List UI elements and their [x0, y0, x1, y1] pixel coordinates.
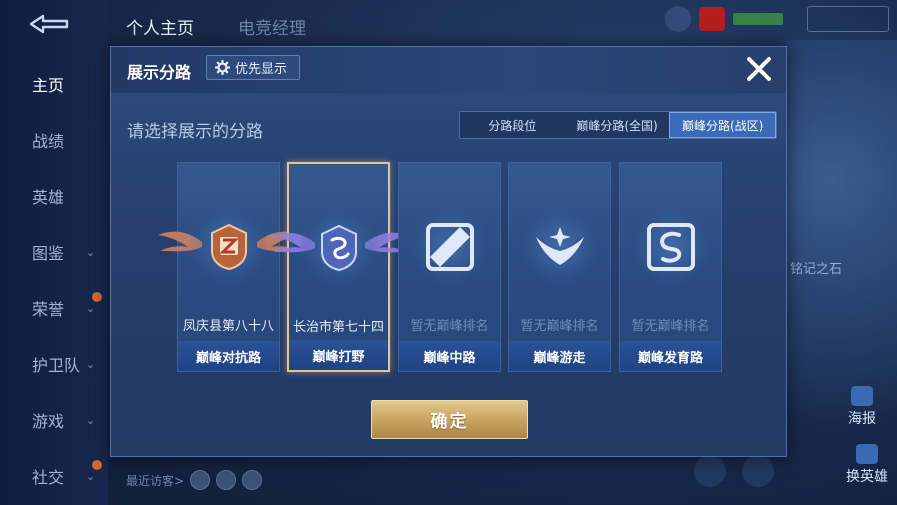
vip-badge-icon[interactable] [699, 7, 725, 31]
roam-emblem-icon [535, 227, 584, 265]
farm-lane-icon [630, 207, 711, 287]
chevron-down-icon: ⌄ [86, 469, 96, 483]
hero-icon [856, 444, 878, 464]
jungle-emblem [298, 208, 379, 288]
rank-text: 长治市第七十四 [292, 320, 384, 335]
lane-card-roam[interactable]: 暂无巅峰排名 巅峰游走 [508, 162, 611, 372]
lane-label: 巅峰游走 [509, 341, 610, 371]
sidebar-item-home[interactable]: 主页 [0, 64, 108, 104]
tab-profile[interactable]: 个人主页 [126, 14, 194, 39]
sidebar-item-gallery[interactable]: 图鉴 ⌄ [0, 232, 108, 272]
sidebar-item-label: 游戏 [32, 412, 65, 431]
tab-peak-region[interactable]: 巅峰分路(战区) [669, 112, 777, 138]
lane-display-dialog: 展示分路 优先显示 请选择展示的分路 分路段位 巅峰分路(全国) 巅峰分路(战区… [110, 46, 787, 457]
top-right-bar [665, 4, 889, 34]
sidebar-item-honor[interactable]: 荣誉 ⌄ [0, 288, 108, 328]
lane-scope-tabs: 分路段位 巅峰分路(全国) 巅峰分路(战区) [459, 111, 777, 139]
chevron-down-icon: ⌄ [86, 413, 96, 427]
rank-text: 凤庆县第八十八 [182, 319, 274, 334]
top-tabs: 个人主页 电竞经理 [126, 14, 306, 39]
sidebar-item-label: 社交 [32, 468, 65, 487]
sidebar-item-label: 图鉴 [32, 244, 65, 263]
priority-display-button[interactable]: 优先显示 [206, 55, 300, 80]
sidebar-item-record[interactable]: 战绩 [0, 120, 108, 160]
sidebar-item-game[interactable]: 游戏 ⌄ [0, 400, 108, 440]
lane-label: 巅峰对抗路 [178, 341, 279, 371]
chevron-down-icon: ⌄ [86, 357, 96, 371]
visitor-avatar[interactable] [216, 470, 237, 490]
back-button[interactable] [26, 12, 74, 42]
sidebar-item-label: 英雄 [32, 188, 65, 207]
sidebar-item-heroes[interactable]: 英雄 [0, 176, 108, 216]
gear-icon [215, 60, 230, 75]
visitor-avatar[interactable] [190, 470, 211, 490]
visitor-avatar[interactable] [242, 470, 263, 490]
action-icon[interactable] [694, 455, 726, 487]
tab-peak-national[interactable]: 巅峰分路(全国) [565, 112, 670, 138]
lane-card-farm[interactable]: 暂无巅峰排名 巅峰发育路 [619, 162, 722, 372]
rank-text: 暂无巅峰排名 [410, 319, 489, 334]
back-arrow-icon [29, 14, 69, 34]
dialog-title: 展示分路 [127, 63, 192, 82]
confirm-button[interactable]: 确定 [371, 400, 528, 439]
avatar[interactable] [665, 6, 691, 32]
stone-label[interactable]: 铭记之石 [790, 258, 842, 277]
sidebar-item-label: 荣誉 [32, 300, 65, 319]
tab-lane-rank[interactable]: 分路段位 [460, 112, 565, 138]
priority-display-label: 优先显示 [235, 62, 288, 77]
sidebar-item-label: 护卫队 [32, 356, 81, 375]
tab-esports-manager[interactable]: 电竞经理 [238, 14, 306, 39]
sidebar-item-social[interactable]: 社交 ⌄ [0, 456, 108, 496]
rank-text: 暂无巅峰排名 [631, 319, 710, 334]
poster-button[interactable]: 海报 [848, 386, 876, 428]
dialog-subtitle: 请选择展示的分路 [127, 122, 263, 142]
dialog-header: 展示分路 优先显示 [111, 47, 786, 93]
clash-lane-emblem [188, 207, 269, 287]
clash-lane-emblem-icon [210, 223, 247, 271]
lane-label: 巅峰发育路 [620, 341, 721, 371]
bottom-icons [694, 455, 774, 487]
close-button[interactable] [739, 52, 779, 86]
lane-label: 巅峰中路 [399, 341, 500, 371]
mid-lane-emblem-icon [425, 223, 474, 271]
lane-card-jungle[interactable]: 长治市第七十四 巅峰打野 [271, 162, 409, 372]
rank-text: 暂无巅峰排名 [520, 319, 599, 334]
chevron-down-icon: ⌄ [86, 301, 96, 315]
mid-lane-icon [409, 207, 490, 287]
notification-dot [92, 460, 102, 470]
sidebar-item-guard[interactable]: 护卫队 ⌄ [0, 344, 108, 384]
chevron-down-icon: ⌄ [86, 245, 96, 259]
recent-visitors[interactable]: 最近访客> [126, 470, 263, 490]
menu-button[interactable] [807, 6, 889, 32]
lane-card-clash[interactable]: 凤庆县第八十八 巅峰对抗路 [158, 162, 301, 372]
poster-icon [851, 386, 873, 406]
lane-card-mid[interactable]: 暂无巅峰排名 巅峰中路 [398, 162, 501, 372]
lane-label: 巅峰打野 [289, 340, 388, 370]
roam-icon [519, 207, 600, 287]
change-hero-label: 换英雄 [846, 469, 888, 485]
sidebar: 主页 战绩 英雄 图鉴 ⌄ 荣誉 ⌄ 护卫队 ⌄ 游戏 ⌄ 社交 ⌄ [0, 0, 108, 505]
action-icon[interactable] [742, 455, 774, 487]
close-icon [747, 57, 771, 81]
change-hero-button[interactable]: 换英雄 [846, 444, 888, 486]
farm-lane-emblem-icon [646, 223, 695, 271]
notification-dot [92, 292, 102, 302]
poster-label: 海报 [848, 411, 876, 427]
sidebar-item-label: 主页 [32, 76, 65, 95]
sidebar-item-label: 战绩 [32, 132, 65, 151]
jungle-emblem-icon [320, 224, 357, 272]
level-bar-icon [733, 13, 783, 25]
recent-visitors-label: 最近访客> [126, 473, 185, 488]
